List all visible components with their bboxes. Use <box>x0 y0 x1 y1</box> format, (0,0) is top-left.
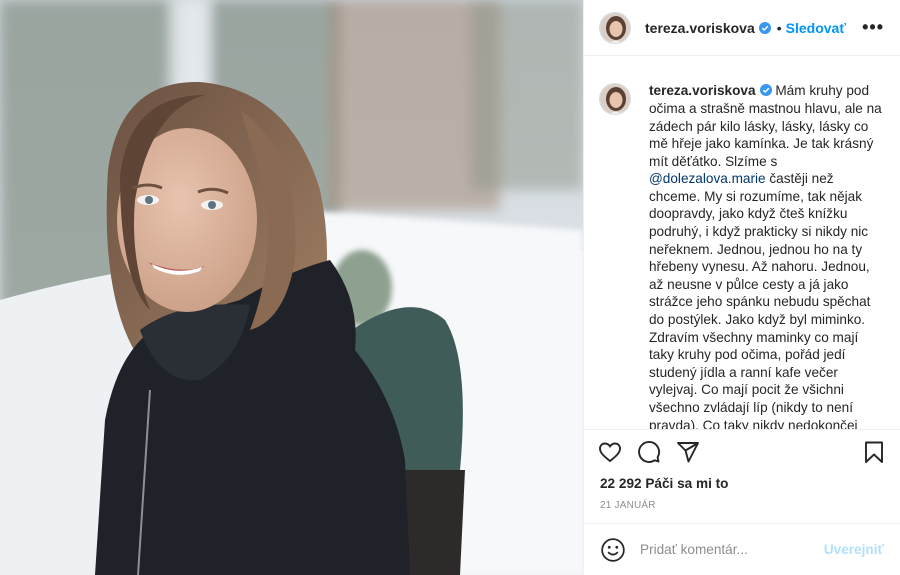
username-link[interactable]: tereza.voriskova <box>645 20 755 36</box>
follow-button[interactable]: Sledovať <box>786 20 846 36</box>
verified-badge-icon <box>759 84 772 97</box>
caption-avatar[interactable] <box>599 83 631 116</box>
caption-area: tereza.voriskova Mám kruhy pod očima a s… <box>584 56 900 430</box>
like-button[interactable] <box>596 438 624 466</box>
verified-badge-icon <box>758 21 771 34</box>
likes-count[interactable]: 22 292 Páči sa mi to <box>584 475 900 498</box>
avatar[interactable] <box>599 11 631 44</box>
heart-icon <box>599 442 621 463</box>
bookmark-icon <box>865 441 883 464</box>
post-header: tereza.voriskova • Sledovať ••• <box>584 0 900 57</box>
post-photo[interactable] <box>0 0 583 575</box>
comment-input[interactable] <box>640 542 824 558</box>
caption-username-link[interactable]: tereza.voriskova <box>649 83 756 98</box>
post-date[interactable]: 21 január <box>584 497 900 523</box>
photo-illustration <box>0 0 583 575</box>
more-options-icon[interactable]: ••• <box>856 17 890 38</box>
avatar-image <box>600 84 630 115</box>
mention-link[interactable]: @dolezalova.marie <box>649 171 766 186</box>
post-caption: tereza.voriskova Mám kruhy pod očima a s… <box>649 82 884 430</box>
instagram-post-modal: tereza.voriskova • Sledovať ••• tereza.v… <box>0 0 900 575</box>
save-button[interactable] <box>860 438 888 466</box>
smiley-icon[interactable] <box>600 537 626 563</box>
caption-text-part2: častěji než chceme. My si rozumíme, tak … <box>649 171 871 430</box>
comment-button[interactable] <box>635 438 663 466</box>
share-button[interactable] <box>674 438 702 466</box>
post-comment-button[interactable]: Uverejniť <box>824 542 884 557</box>
separator-dot: • <box>776 19 782 36</box>
post-side-panel: tereza.voriskova • Sledovať ••• tereza.v… <box>583 0 900 575</box>
action-bar <box>584 430 900 475</box>
comment-bar: Uverejniť <box>584 523 900 575</box>
paper-plane-icon <box>677 442 699 463</box>
comment-bubble-icon <box>638 441 661 464</box>
avatar-image <box>600 12 630 43</box>
